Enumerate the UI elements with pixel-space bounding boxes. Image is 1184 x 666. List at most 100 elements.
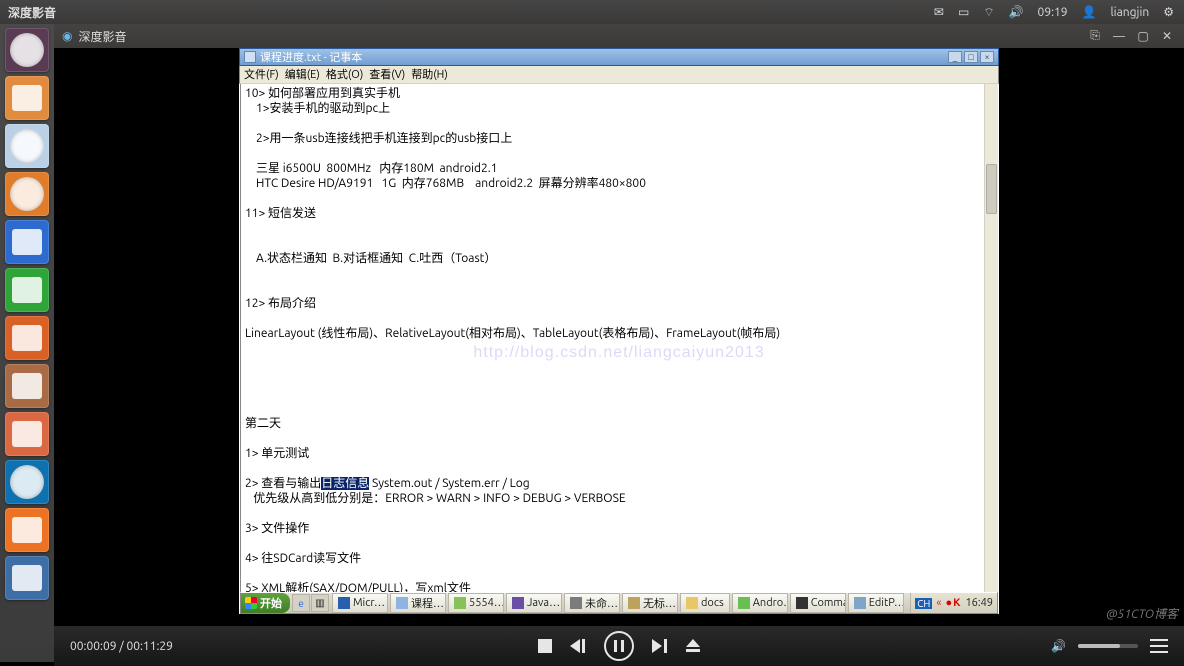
task-label: 无标… [643, 595, 676, 611]
stop-button[interactable] [538, 639, 552, 653]
taskbar-task[interactable]: 未命… [564, 593, 620, 613]
scrollbar-thumb[interactable] [986, 164, 997, 214]
launcher-coffee[interactable] [5, 364, 49, 408]
player-title: 深度影音 [78, 28, 126, 45]
task-label: 5554… [469, 597, 504, 609]
notepad-max[interactable]: □ [964, 51, 978, 63]
elapsed-time: 00:00:09 [70, 640, 117, 653]
launcher-ubuntu-one[interactable] [5, 508, 49, 552]
ql-desktop-icon[interactable]: ▥ [311, 594, 329, 612]
notepad-scrollbar[interactable] [984, 84, 998, 592]
task-label: docs [701, 597, 724, 609]
task-label: Andro… [753, 597, 788, 609]
start-button[interactable]: 开始 [241, 593, 290, 613]
taskbar-task[interactable]: Java… [506, 593, 562, 613]
battery-icon[interactable]: ▭ [958, 5, 969, 19]
close-button[interactable]: ✕ [1158, 27, 1176, 45]
notepad-menubar: 文件(F) 编辑(E) 格式(O) 查看(V) 帮助(H) [239, 66, 999, 84]
tray-clock[interactable]: 16:49 [965, 597, 993, 609]
launcher-dash[interactable] [5, 28, 49, 72]
notepad-menu-item[interactable]: 编辑(E) [285, 69, 320, 81]
notepad-menu-item[interactable]: 查看(V) [369, 69, 405, 81]
notepad-min[interactable]: _ [948, 51, 962, 63]
launcher-trash[interactable] [5, 412, 49, 456]
corner-watermark: @51CTO博客 [1106, 605, 1178, 622]
task-icon [796, 597, 808, 609]
notepad-title: 课程进度.txt - 记事本 [260, 49, 362, 65]
taskbar-task[interactable]: Comma… [790, 593, 846, 613]
notepad-menu-item[interactable]: 格式(O) [326, 69, 363, 81]
player-titlebar: ◉ 深度影音 ⎘ — ▢ ✕ [54, 24, 1184, 48]
quick-launch: e ▥ [292, 594, 329, 612]
task-label: Java… [527, 597, 560, 609]
windows-flag-icon [245, 597, 257, 609]
task-icon [854, 597, 866, 609]
launcher-chromium[interactable] [5, 124, 49, 168]
notepad-window-buttons: _□× [946, 51, 994, 63]
notepad-close[interactable]: × [980, 51, 994, 63]
task-icon [396, 597, 408, 609]
launcher-calc[interactable] [5, 268, 49, 312]
start-label: 开始 [260, 595, 282, 611]
task-label: 未命… [585, 595, 618, 611]
task-label: 课程… [411, 595, 444, 611]
task-icon [570, 597, 582, 609]
windows-taskbar: 开始 e ▥ Micr… 课程… 5554… Java… 未命… 无标… docs Andro… [240, 592, 998, 614]
task-icon [738, 597, 750, 609]
maximize-button[interactable]: ▢ [1134, 27, 1152, 45]
notepad-titlebar: 课程进度.txt - 记事本 _□× [239, 48, 999, 66]
taskbar-task[interactable]: EditP… [848, 593, 904, 613]
video-content[interactable]: 课程进度.txt - 记事本 _□× 文件(F) 编辑(E) 格式(O) 查看(V) 帮… [54, 48, 1184, 628]
launcher-impress[interactable] [5, 316, 49, 360]
time-display: 00:00:09 / 00:11:29 [54, 640, 173, 653]
task-label: EditP… [869, 597, 904, 609]
launcher-firefox[interactable] [5, 172, 49, 216]
unity-launcher [0, 24, 54, 662]
minimize-button[interactable]: — [1110, 27, 1128, 45]
mail-icon[interactable]: ✉ [934, 5, 944, 19]
playlist-button[interactable] [1150, 639, 1168, 653]
task-label: Micr… [353, 597, 385, 609]
play-pause-button[interactable] [604, 631, 634, 661]
taskbar-task[interactable]: Micr… [332, 593, 388, 613]
prev-button[interactable] [570, 639, 586, 653]
launcher-deepin-player[interactable] [5, 460, 49, 504]
tray-arrows-icon[interactable]: « [936, 597, 941, 609]
volume-icon[interactable]: 🔊 [1051, 639, 1066, 653]
tray-lang[interactable]: CH [915, 598, 932, 609]
windows-tray: CH « ●K 16:49 [910, 593, 997, 613]
task-label: Comma… [811, 597, 846, 609]
taskbar-task[interactable]: Andro… [732, 593, 788, 613]
task-icon [454, 597, 466, 609]
user-name[interactable]: liangjin [1111, 6, 1150, 19]
volume-icon[interactable]: 🔊 [1009, 5, 1024, 19]
active-window-title: 深度影音 [0, 4, 56, 21]
launcher-files[interactable] [5, 76, 49, 120]
launcher-workspaces[interactable] [5, 556, 49, 600]
notepad-textarea[interactable]: 10> 如何部署应用到真实手机 1>安装手机的驱动到pc上 2>用一条usb连接… [240, 84, 998, 592]
notepad-menu-item[interactable]: 文件(F) [244, 69, 279, 81]
ql-ie-icon[interactable]: e [292, 594, 310, 612]
video-watermark: http://blog.csdn.net/liangcaiyun2013 [473, 344, 764, 362]
gear-icon[interactable]: ⚙ [1163, 5, 1174, 19]
taskbar-task[interactable]: docs [680, 593, 730, 613]
notepad-icon [244, 51, 256, 63]
launcher-writer[interactable] [5, 220, 49, 264]
task-icon [686, 597, 698, 609]
eject-button[interactable] [686, 639, 700, 653]
next-button[interactable] [652, 639, 668, 653]
volume-slider[interactable] [1078, 644, 1138, 648]
total-time: 00:11:29 [126, 640, 173, 653]
taskbar-task[interactable]: 5554… [448, 593, 504, 613]
task-icon [338, 597, 350, 609]
notepad-menu-item[interactable]: 帮助(H) [411, 69, 448, 81]
hanger-icon[interactable]: ⎘ [1086, 27, 1104, 45]
task-icon [512, 597, 524, 609]
taskbar-task[interactable]: 无标… [622, 593, 678, 613]
clock[interactable]: 09:19 [1038, 6, 1068, 19]
tray-recorder-icon[interactable]: ●K [945, 597, 961, 609]
user-icon: 👤 [1082, 5, 1097, 19]
taskbar-tasks: Micr… 课程… 5554… Java… 未命… 无标… docs Andro… Comma…… [332, 593, 906, 613]
taskbar-task[interactable]: 课程… [390, 593, 446, 613]
wifi-icon[interactable]: ⌔ [983, 5, 994, 20]
